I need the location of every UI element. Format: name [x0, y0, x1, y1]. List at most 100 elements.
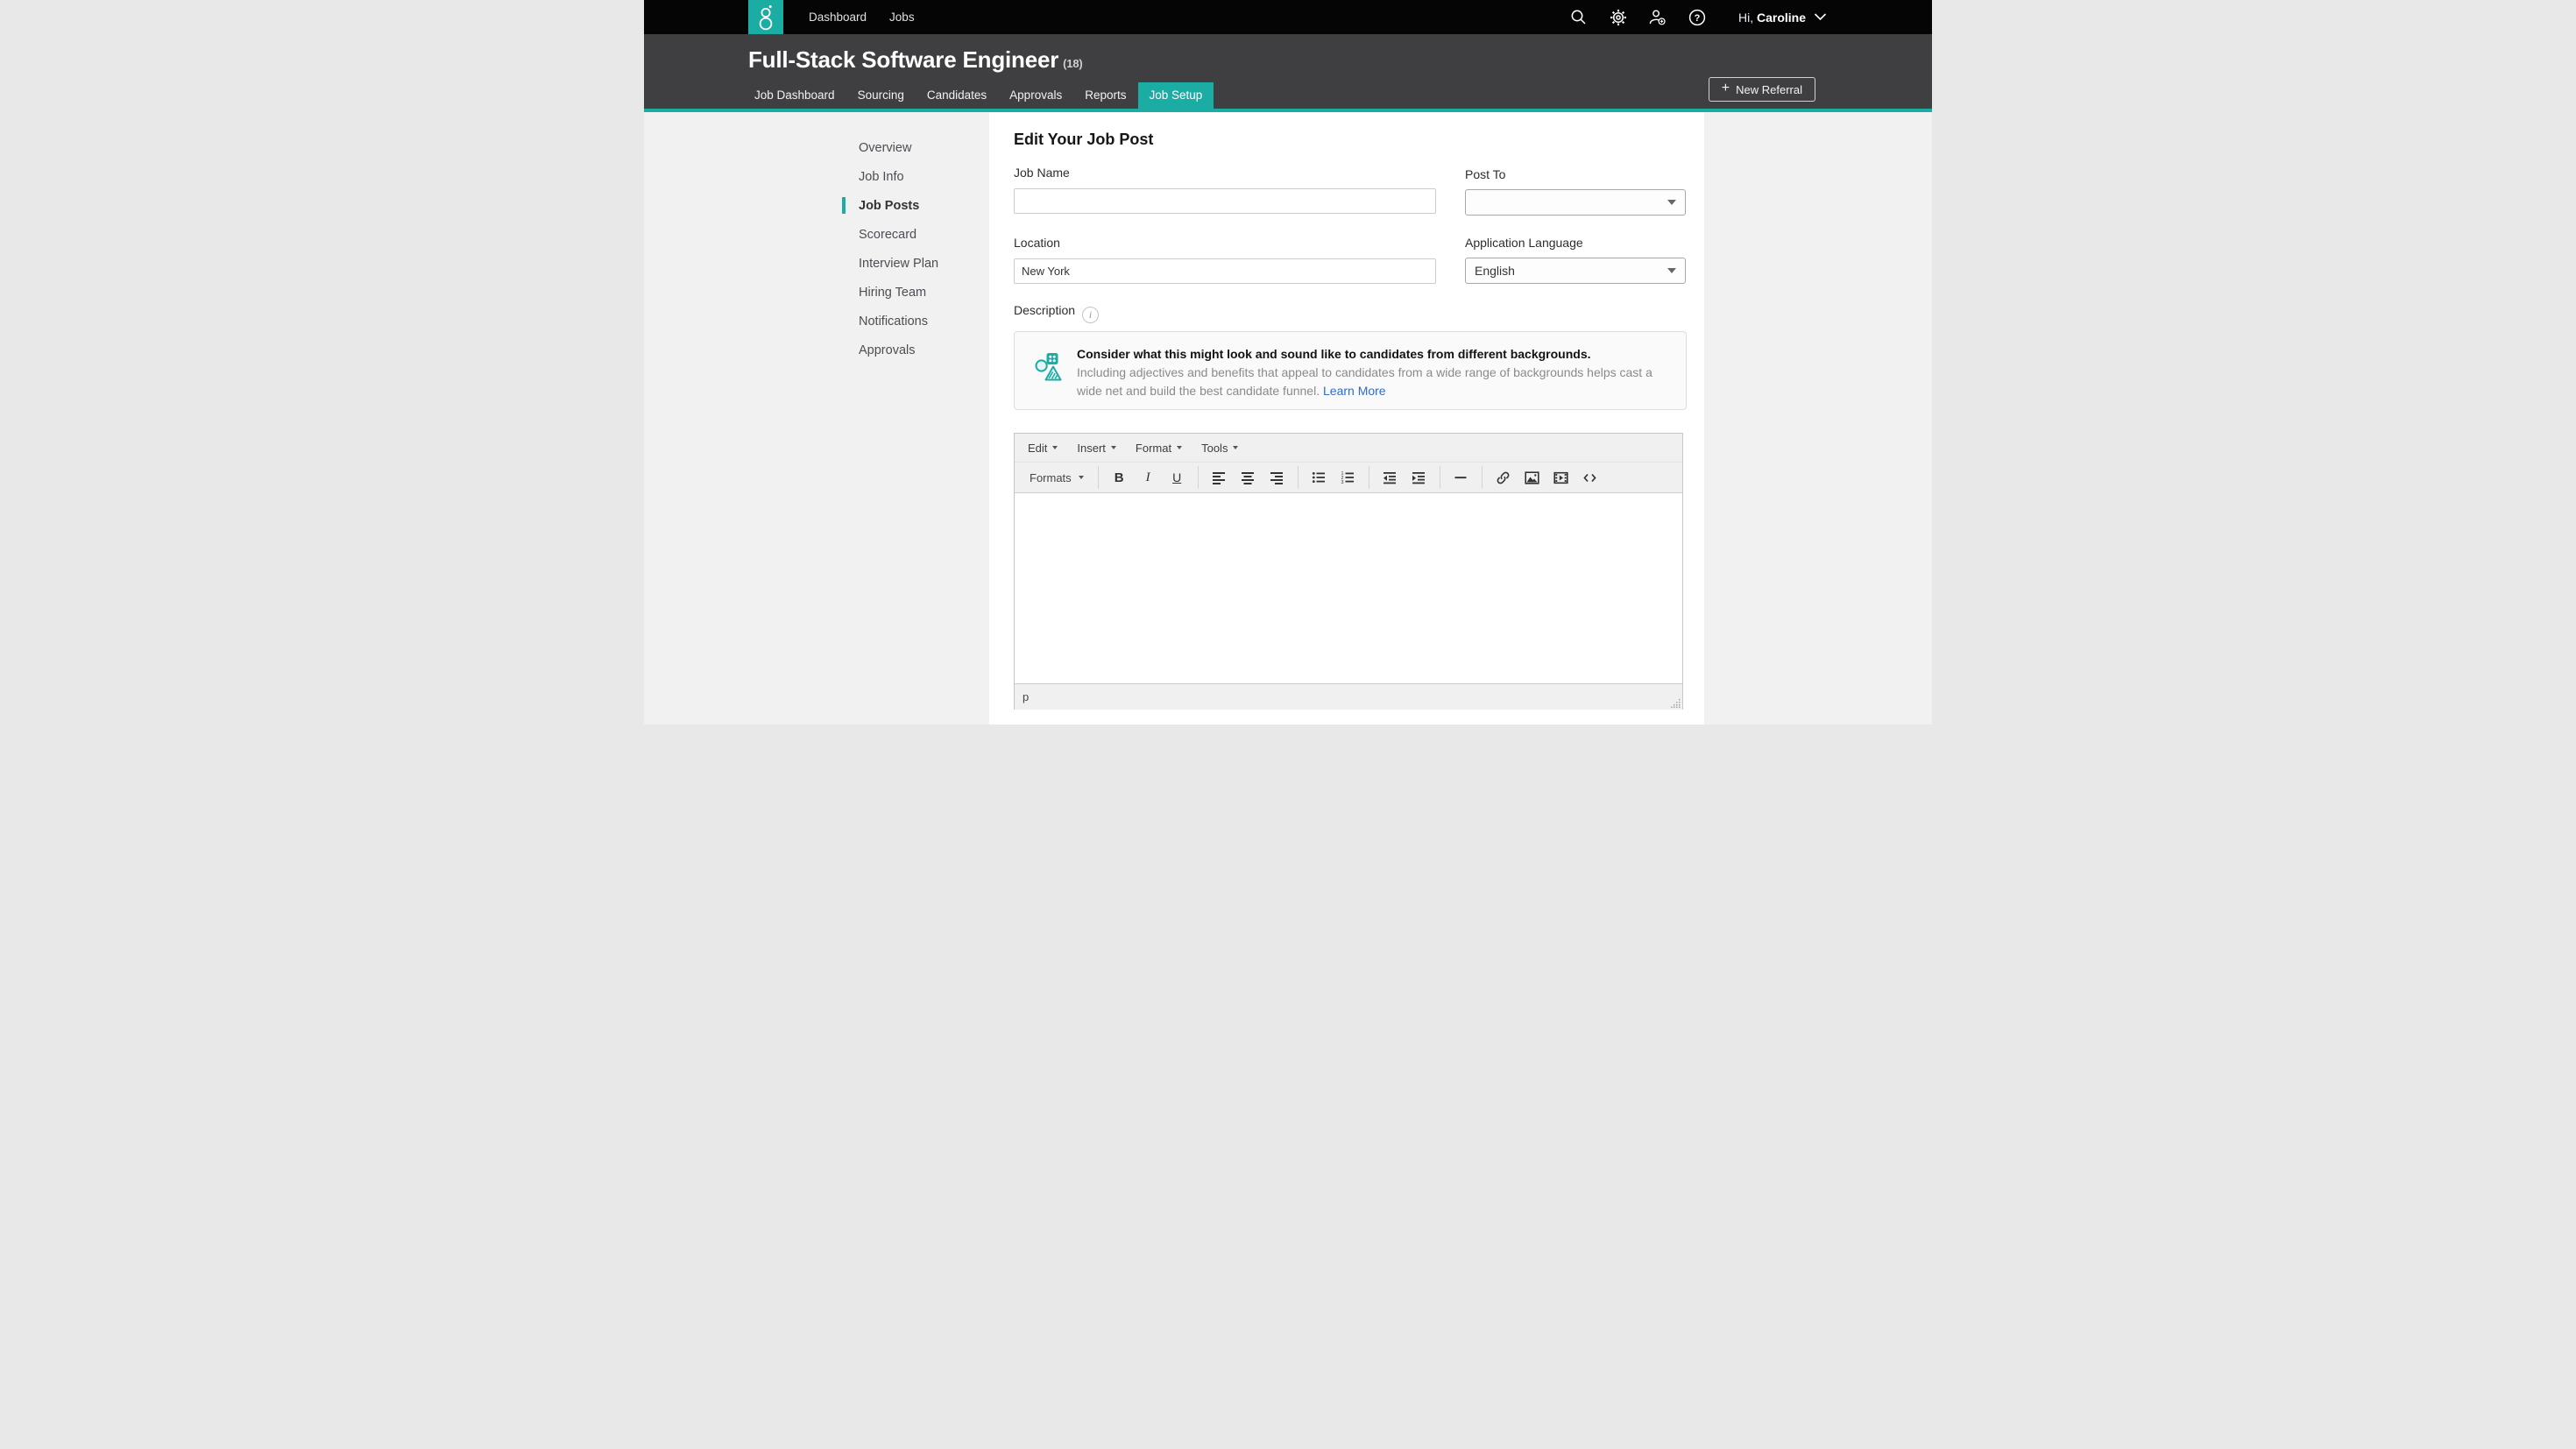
bold-button[interactable]: B — [1105, 465, 1134, 490]
page-title: Edit Your Job Post — [1014, 131, 1153, 149]
menu-tools[interactable]: Tools — [1192, 434, 1248, 462]
media-icon — [1553, 470, 1568, 485]
source-code-button[interactable] — [1575, 465, 1604, 490]
menu-insert[interactable]: Insert — [1067, 434, 1126, 462]
indent-icon — [1412, 470, 1426, 484]
numbered-list-icon: 123 — [1341, 470, 1355, 484]
plus-icon: + — [1722, 81, 1730, 95]
new-referral-label: New Referral — [1736, 83, 1802, 96]
sidebar-item-interview-plan[interactable]: Interview Plan — [842, 249, 989, 278]
new-referral-button[interactable]: + New Referral — [1709, 77, 1815, 102]
job-count-badge: (18) — [1063, 57, 1082, 70]
job-title: Full-Stack Software Engineer(18) — [748, 46, 1082, 74]
help-icon[interactable]: ? — [1688, 9, 1706, 26]
description-editor: Edit Insert Format Tools Formats B I U — [1014, 433, 1683, 710]
job-name-input[interactable] — [1014, 188, 1436, 214]
numbered-list-button[interactable]: 123 — [1334, 465, 1362, 490]
greenhouse-logo-icon — [754, 4, 777, 31]
bullet-list-button[interactable] — [1305, 465, 1334, 490]
indent-button[interactable] — [1405, 465, 1433, 490]
notice-bold-text: Consider what this might look and sound … — [1077, 347, 1591, 361]
sidebar-item-job-posts[interactable]: Job Posts — [842, 191, 989, 220]
element-path[interactable]: p — [1023, 690, 1029, 703]
underline-button[interactable]: U — [1163, 465, 1192, 490]
greeting-prefix: Hi, — [1738, 11, 1753, 25]
application-language-select[interactable]: English — [1465, 258, 1686, 284]
formats-dropdown[interactable]: Formats — [1022, 465, 1092, 490]
post-to-select[interactable] — [1465, 189, 1686, 216]
job-header: Full-Stack Software Engineer(18) Job Das… — [644, 34, 1932, 109]
menu-edit[interactable]: Edit — [1018, 434, 1067, 462]
nav-jobs[interactable]: Jobs — [889, 11, 915, 24]
align-left-icon — [1212, 470, 1226, 484]
job-tabs: Job Dashboard Sourcing Candidates Approv… — [743, 82, 1214, 109]
location-label: Location — [1014, 236, 1060, 250]
toolbar-separator — [1298, 466, 1299, 489]
dropdown-arrow-icon — [1667, 200, 1676, 205]
toolbar-separator — [1482, 466, 1483, 489]
location-input[interactable] — [1014, 258, 1436, 284]
sidebar-item-notifications[interactable]: Notifications — [842, 307, 989, 336]
sidebar-item-job-info[interactable]: Job Info — [842, 162, 989, 191]
tab-reports[interactable]: Reports — [1073, 82, 1137, 109]
bold-icon: B — [1115, 470, 1124, 485]
chevron-down-icon — [1814, 13, 1827, 21]
editor-toolbar: Formats B I U — [1015, 463, 1682, 493]
tab-candidates[interactable]: Candidates — [916, 82, 998, 109]
gear-icon[interactable] — [1610, 9, 1627, 26]
caret-down-icon — [1233, 446, 1238, 449]
align-center-button[interactable] — [1234, 465, 1263, 490]
underline-icon: U — [1172, 470, 1181, 484]
active-item-marker — [842, 197, 846, 214]
job-name-label: Job Name — [1014, 166, 1070, 180]
toolbar-separator — [1098, 466, 1099, 489]
italic-button[interactable]: I — [1134, 465, 1163, 490]
top-bar: Dashboard Jobs — [644, 0, 1932, 34]
insert-media-button[interactable] — [1546, 465, 1575, 490]
description-label: Descriptioni — [1014, 303, 1099, 323]
editor-menubar: Edit Insert Format Tools — [1015, 434, 1682, 463]
source-code-icon — [1582, 470, 1597, 485]
svg-text:?: ? — [1695, 13, 1701, 24]
setup-sidebar: Overview Job Info Job Posts Scorecard In… — [842, 133, 989, 364]
outdent-button[interactable] — [1376, 465, 1405, 490]
sidebar-item-scorecard[interactable]: Scorecard — [842, 220, 989, 249]
editor-statusbar: p — [1015, 683, 1682, 710]
resize-grip-icon[interactable] — [1671, 698, 1681, 708]
caret-down-icon — [1079, 476, 1084, 479]
align-left-button[interactable] — [1205, 465, 1234, 490]
greeting-name: Caroline — [1757, 11, 1806, 25]
shapes-diversity-icon — [1035, 352, 1063, 384]
insert-link-button[interactable] — [1489, 465, 1518, 490]
search-icon[interactable] — [1570, 9, 1588, 26]
info-icon[interactable]: i — [1082, 307, 1099, 323]
main-panel: Edit Your Job Post Job Name Post To Loca… — [989, 112, 1704, 724]
outdent-icon — [1383, 470, 1397, 484]
sidebar-item-hiring-team[interactable]: Hiring Team — [842, 278, 989, 307]
user-add-icon[interactable] — [1649, 9, 1667, 26]
insert-image-button[interactable] — [1518, 465, 1546, 490]
align-right-button[interactable] — [1263, 465, 1292, 490]
menu-format[interactable]: Format — [1126, 434, 1192, 462]
dropdown-arrow-icon — [1667, 268, 1676, 273]
tab-job-dashboard[interactable]: Job Dashboard — [743, 82, 846, 109]
learn-more-link[interactable]: Learn More — [1323, 384, 1386, 398]
tab-sourcing[interactable]: Sourcing — [846, 82, 916, 109]
sidebar-item-overview[interactable]: Overview — [842, 133, 989, 162]
inclusion-notice: Consider what this might look and sound … — [1014, 331, 1687, 410]
post-to-label: Post To — [1465, 167, 1505, 181]
editor-body[interactable] — [1015, 493, 1682, 683]
application-language-label: Application Language — [1465, 236, 1583, 250]
greenhouse-logo[interactable] — [748, 0, 783, 34]
tab-job-setup[interactable]: Job Setup — [1138, 82, 1214, 109]
app-screen: Dashboard Jobs — [644, 0, 1932, 724]
top-nav: Dashboard Jobs — [809, 0, 915, 34]
image-icon — [1525, 470, 1539, 485]
horizontal-rule-button[interactable] — [1447, 465, 1476, 490]
tab-approvals[interactable]: Approvals — [998, 82, 1073, 109]
sidebar-item-approvals[interactable]: Approvals — [842, 336, 989, 364]
nav-dashboard[interactable]: Dashboard — [809, 11, 867, 24]
user-menu[interactable]: Hi, Caroline — [1738, 11, 1827, 25]
toolbar-separator — [1198, 466, 1199, 489]
svg-text:3: 3 — [1341, 480, 1344, 484]
